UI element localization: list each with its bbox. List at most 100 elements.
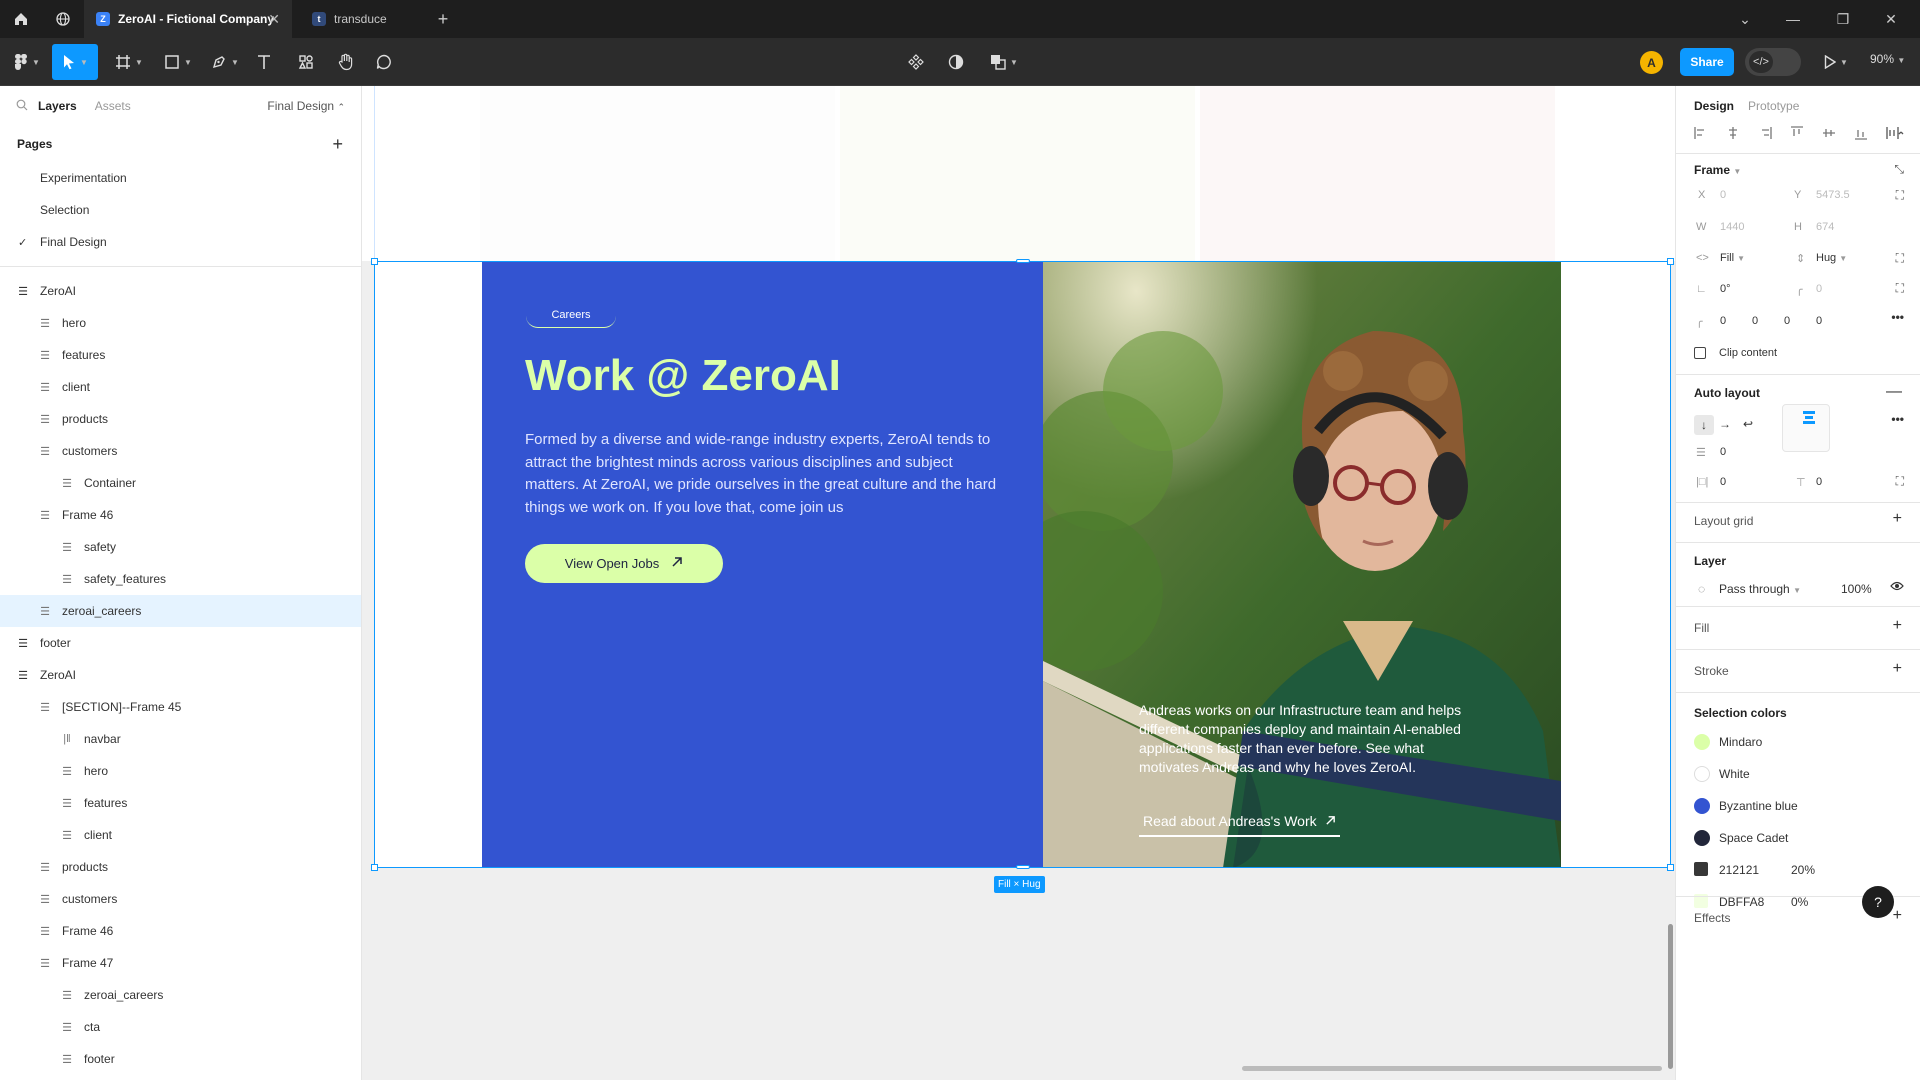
- corner-br[interactable]: 0: [1784, 315, 1790, 327]
- edge-handle[interactable]: [1016, 259, 1030, 263]
- page-item-final-design[interactable]: ✓ Final Design: [0, 226, 361, 258]
- layer-row[interactable]: ☰ safety: [0, 531, 361, 563]
- collapse-frame-icon[interactable]: ⤡: [1894, 162, 1904, 177]
- layer-row[interactable]: ☰ products: [0, 403, 361, 435]
- close-icon[interactable]: ✕: [268, 11, 280, 28]
- avatar[interactable]: A: [1640, 51, 1663, 74]
- minimize-icon[interactable]: —: [1770, 0, 1816, 38]
- auto-layout-more-icon[interactable]: •••: [1891, 412, 1904, 426]
- color-name[interactable]: Mindaro: [1719, 735, 1762, 749]
- layer-row[interactable]: ☰ Frame 46: [0, 499, 361, 531]
- add-fill-icon[interactable]: +: [1893, 617, 1902, 635]
- layer-row[interactable]: ☰ customers: [0, 435, 361, 467]
- constraints-icon[interactable]: ⛶: [1896, 188, 1904, 203]
- close-window-icon[interactable]: ✕: [1868, 0, 1914, 38]
- visibility-eye-icon[interactable]: [1890, 580, 1904, 594]
- hug-mode-select[interactable]: Hug ▼: [1816, 252, 1847, 264]
- resize-handle[interactable]: [1667, 258, 1674, 265]
- contrast-icon[interactable]: [944, 44, 968, 80]
- fit-icon[interactable]: ⛶: [1896, 251, 1904, 266]
- boolean-ops-icon[interactable]: ▼: [986, 44, 1022, 80]
- resize-handle[interactable]: [371, 258, 378, 265]
- layer-row[interactable]: ☰ Frame 46: [0, 915, 361, 947]
- tab-prototype[interactable]: Prototype: [1748, 99, 1799, 113]
- direction-vertical-icon[interactable]: ↓: [1694, 415, 1714, 435]
- x-value[interactable]: 0: [1720, 189, 1726, 201]
- alignment-grid[interactable]: [1782, 404, 1830, 452]
- layer-row[interactable]: ☰ ZeroAI: [0, 275, 361, 307]
- w-value[interactable]: 1440: [1720, 221, 1744, 233]
- layer-row[interactable]: ☰ features: [0, 339, 361, 371]
- share-button[interactable]: Share: [1680, 48, 1734, 76]
- add-layout-grid-icon[interactable]: +: [1893, 510, 1902, 528]
- pen-tool-icon[interactable]: ▼: [206, 44, 244, 80]
- resources-icon[interactable]: [294, 44, 318, 80]
- color-name[interactable]: Space Cadet: [1719, 831, 1788, 845]
- frame-heading[interactable]: Frame ▼: [1694, 163, 1741, 177]
- tabs-dropdown-icon[interactable]: ⌄: [1722, 0, 1768, 38]
- move-tool[interactable]: ▼: [52, 44, 98, 80]
- align-center-v-icon[interactable]: [1822, 126, 1836, 144]
- design-canvas[interactable]: Careers Work @ ZeroAI Formed by a divers…: [362, 86, 1675, 1080]
- layer-row[interactable]: ☰ ZeroAI: [0, 659, 361, 691]
- layer-row[interactable]: ☰ zeroai_careers: [0, 595, 361, 627]
- direction-horizontal-icon[interactable]: →: [1719, 417, 1731, 431]
- new-tab-plus-icon[interactable]: +: [424, 0, 462, 38]
- layer-row[interactable]: ☰ zeroai_careers: [0, 979, 361, 1011]
- rectangle-tool-icon[interactable]: ▼: [160, 44, 196, 80]
- main-menu-icon[interactable]: ▼: [10, 44, 44, 80]
- layer-row[interactable]: ☰ [SECTION]--Frame 45: [0, 691, 361, 723]
- resize-handle[interactable]: [371, 864, 378, 871]
- globe-icon[interactable]: [44, 0, 82, 38]
- edge-handle[interactable]: [1016, 865, 1030, 869]
- padding-h-value[interactable]: 0: [1720, 476, 1726, 488]
- add-effect-icon[interactable]: +: [1893, 907, 1902, 925]
- add-page-plus-icon[interactable]: +: [332, 134, 343, 155]
- component-icon[interactable]: [904, 44, 928, 80]
- text-tool-icon[interactable]: [252, 44, 276, 80]
- color-swatch[interactable]: [1694, 734, 1710, 750]
- wrap-icon[interactable]: ↩: [1743, 417, 1753, 431]
- tab-assets[interactable]: Assets: [95, 99, 131, 113]
- tab-layers[interactable]: Layers: [38, 99, 77, 113]
- distribute-icon[interactable]: [1886, 126, 1904, 144]
- layer-row[interactable]: ☰ cta: [0, 1011, 361, 1043]
- color-swatch[interactable]: [1694, 766, 1710, 782]
- clip-content-checkbox[interactable]: [1694, 347, 1706, 359]
- tab-transduce[interactable]: t transduce: [300, 0, 420, 38]
- layer-row[interactable]: ☰ features: [0, 787, 361, 819]
- layer-row[interactable]: |‖ navbar: [0, 723, 361, 755]
- layer-row[interactable]: ☰ Container: [0, 467, 361, 499]
- color-name[interactable]: White: [1719, 767, 1750, 781]
- color-swatch[interactable]: [1694, 798, 1710, 814]
- align-right-icon[interactable]: [1758, 126, 1772, 144]
- color-opacity[interactable]: 20%: [1791, 863, 1815, 877]
- corner-tl[interactable]: 0: [1720, 315, 1726, 327]
- align-bottom-icon[interactable]: [1854, 126, 1868, 144]
- layer-row[interactable]: ☰ hero: [0, 755, 361, 787]
- horizontal-scrollbar[interactable]: [1242, 1066, 1662, 1071]
- blend-mode-select[interactable]: Pass through ▼: [1719, 582, 1801, 596]
- radius-value[interactable]: 0: [1816, 283, 1822, 295]
- layer-row[interactable]: ☰ customers: [0, 883, 361, 915]
- remove-auto-layout-icon[interactable]: —: [1886, 383, 1902, 401]
- color-swatch[interactable]: [1694, 862, 1708, 876]
- color-name[interactable]: 212121: [1719, 863, 1759, 877]
- search-icon[interactable]: [16, 99, 28, 114]
- color-opacity[interactable]: 0%: [1791, 895, 1808, 909]
- color-swatch[interactable]: [1694, 830, 1710, 846]
- resize-handle[interactable]: [1667, 864, 1674, 871]
- y-value[interactable]: 5473.5: [1816, 189, 1850, 201]
- more-options-icon[interactable]: •••: [1891, 310, 1904, 324]
- fill-mode-select[interactable]: Fill ▼: [1720, 252, 1745, 264]
- rotation-value[interactable]: 0°: [1720, 283, 1731, 295]
- tab-design[interactable]: Design: [1694, 99, 1734, 113]
- align-left-icon[interactable]: [1694, 126, 1708, 144]
- add-stroke-icon[interactable]: +: [1893, 660, 1902, 678]
- restore-icon[interactable]: ❐: [1820, 0, 1866, 38]
- tab-zeroai[interactable]: Z ZeroAI - Fictional Company ✕: [84, 0, 292, 38]
- layer-row[interactable]: ☰ footer: [0, 1043, 361, 1075]
- color-name[interactable]: DBFFA8: [1719, 895, 1764, 909]
- dev-mode-toggle[interactable]: </>: [1745, 48, 1801, 76]
- layer-row[interactable]: ☰ client: [0, 819, 361, 851]
